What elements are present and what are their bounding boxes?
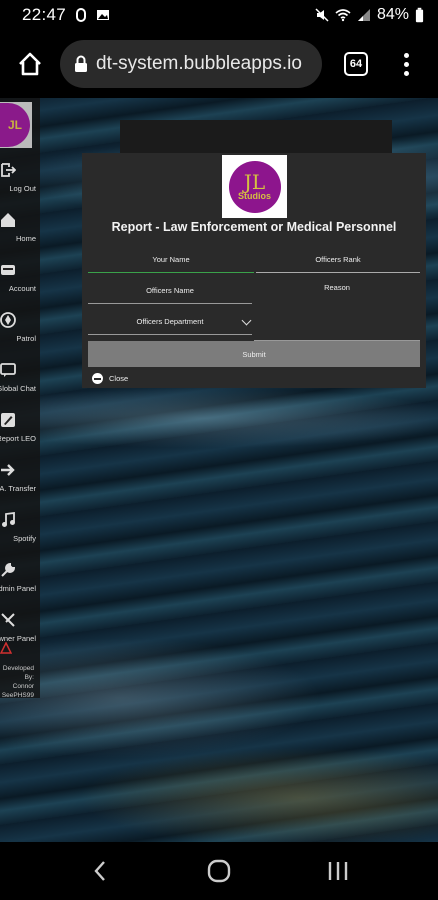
status-bar: 22:47 84% xyxy=(0,0,438,30)
sidebar-item-label: Home xyxy=(15,234,36,243)
wrench-icon xyxy=(1,562,16,577)
page-header-strip xyxy=(120,120,392,154)
sidebar-item-label: Account xyxy=(8,284,36,293)
system-nav-bar xyxy=(0,842,438,900)
sidebar-item-label: Report LEO xyxy=(0,434,36,443)
patrol-icon xyxy=(0,312,16,328)
web-viewport: JL Log Out Home Account Patrol Global Ch… xyxy=(0,98,438,842)
sidebar-item-admin-panel[interactable]: Admin Panel xyxy=(0,556,40,606)
notification-icon xyxy=(76,8,87,22)
signal-icon xyxy=(357,9,370,21)
dot-icon xyxy=(403,61,409,67)
sidebar: JL Log Out Home Account Patrol Global Ch… xyxy=(0,98,40,699)
tools-icon xyxy=(1,613,15,627)
close-button[interactable]: Close xyxy=(92,373,128,384)
url-text: dt-system.bubbleapps.io xyxy=(96,53,302,74)
transfer-icon xyxy=(1,464,15,476)
submit-button[interactable]: Submit xyxy=(88,341,420,367)
warning-icon xyxy=(0,642,12,654)
officers-name-input[interactable]: Officers Name xyxy=(88,278,252,304)
reason-textarea[interactable]: Reason xyxy=(254,283,420,341)
sidebar-item-label: Global Chat xyxy=(0,384,36,393)
battery-icon xyxy=(415,7,424,23)
sidebar-item-label: A. Transfer xyxy=(0,484,36,493)
recents-button[interactable] xyxy=(318,851,358,891)
sidebar-item-label: Admin Panel xyxy=(0,584,36,593)
sidebar-item-account[interactable]: Account xyxy=(0,256,40,306)
sidebar-item-home[interactable]: Home xyxy=(0,206,40,256)
developer-credit: Developed By: Connor SeePHS99 xyxy=(1,665,34,699)
home-icon xyxy=(1,213,15,227)
sidebar-item-a-transfer[interactable]: A. Transfer xyxy=(0,456,40,506)
officers-rank-input[interactable]: Officers Rank xyxy=(256,247,420,273)
image-icon xyxy=(97,10,110,20)
modal-title: Report - Law Enforcement or Medical Pers… xyxy=(111,220,397,234)
music-icon xyxy=(2,512,15,527)
studio-logo: JL Studios xyxy=(222,155,287,218)
sidebar-item-label: Patrol xyxy=(16,334,36,343)
dot-icon xyxy=(403,52,409,58)
sidebar-item-patrol[interactable]: Patrol xyxy=(0,306,40,356)
logo-initials: JL xyxy=(243,169,266,194)
dropdown-value: Officers Department xyxy=(136,317,204,326)
home-icon xyxy=(19,52,41,76)
sidebar-item-spotify[interactable]: Spotify xyxy=(0,506,40,556)
sidebar-item-report-leo[interactable]: Report LEO xyxy=(0,406,40,456)
sidebar-logo-text: JL xyxy=(0,103,30,147)
home-circle-icon xyxy=(207,859,231,883)
account-icon xyxy=(1,265,15,275)
home-button[interactable] xyxy=(0,34,60,94)
browser-toolbar: dt-system.bubbleapps.io 64 xyxy=(0,30,438,98)
report-icon xyxy=(1,413,15,427)
dot-icon xyxy=(403,70,409,76)
sidebar-item-label: Log Out xyxy=(9,184,36,193)
status-time: 22:47 xyxy=(22,5,67,24)
tab-switcher-button[interactable]: 64 xyxy=(344,52,368,76)
sidebar-item-global-chat[interactable]: Global Chat xyxy=(0,356,40,406)
chat-icon xyxy=(0,363,16,377)
sidebar-item-label: Spotify xyxy=(13,534,36,543)
logo-wordmark: Studios xyxy=(238,190,271,201)
officers-department-dropdown[interactable]: Officers Department xyxy=(88,309,252,335)
wifi-icon xyxy=(335,9,351,22)
logout-icon xyxy=(1,163,16,177)
back-button[interactable] xyxy=(80,851,120,891)
your-name-input[interactable]: Your Name xyxy=(88,247,254,273)
recents-icon xyxy=(329,862,348,880)
chevron-down-icon xyxy=(241,315,252,326)
close-icon xyxy=(92,373,103,384)
reason-placeholder: Reason xyxy=(324,283,350,292)
address-bar[interactable]: dt-system.bubbleapps.io xyxy=(60,40,322,88)
sidebar-item-owner-panel[interactable]: Owner Panel xyxy=(0,606,40,656)
battery-percent: 84% xyxy=(376,6,409,23)
mute-icon xyxy=(315,8,329,22)
back-icon xyxy=(94,861,105,881)
home-nav-button[interactable] xyxy=(199,851,239,891)
report-modal: JL Studios Report - Law Enforcement or M… xyxy=(82,153,426,388)
sidebar-item-log-out[interactable]: Log Out xyxy=(0,156,40,206)
close-label: Close xyxy=(109,374,129,383)
lock-icon xyxy=(75,55,87,72)
overflow-menu-button[interactable] xyxy=(396,52,416,76)
sidebar-logo[interactable]: JL xyxy=(0,102,32,148)
